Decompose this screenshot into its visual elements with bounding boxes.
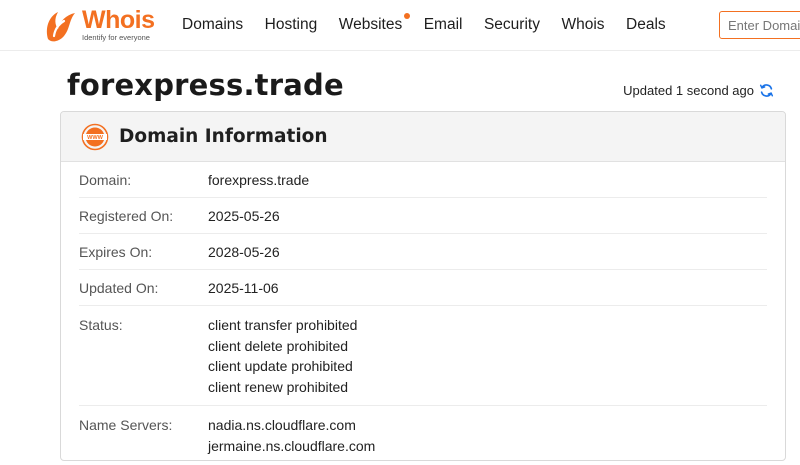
page-title: forexpress.trade	[67, 68, 344, 102]
www-icon: WWW	[81, 123, 109, 150]
nav-email[interactable]: Email	[424, 16, 463, 34]
detail-row-updated-on: Updated On: 2025-11-06	[79, 270, 767, 306]
detail-row-registered-on: Registered On: 2025-05-26	[79, 198, 767, 234]
whois-logo[interactable]: Whois Identify for everyone	[42, 6, 162, 44]
nav-websites-label: Websites	[338, 16, 403, 33]
nav-security[interactable]: Security	[484, 16, 540, 34]
detail-row-domain: Domain: forexpress.trade	[79, 162, 767, 198]
nav-hosting[interactable]: Hosting	[265, 16, 318, 34]
main-nav: Domains Hosting Websites Email Security …	[182, 0, 687, 50]
detail-label: Updated On:	[79, 279, 159, 296]
svg-text:WWW: WWW	[87, 135, 104, 141]
name-server-value: nadia.ns.cloudflare.com	[208, 417, 356, 433]
name-server-value: jermaine.ns.cloudflare.com	[208, 437, 376, 454]
card-title: Domain Information	[119, 126, 328, 147]
refresh-icon[interactable]	[759, 83, 774, 98]
nav-domains[interactable]: Domains	[182, 16, 243, 34]
card-header: WWW Domain Information	[61, 112, 785, 162]
detail-value: forexpress.trade	[208, 171, 310, 188]
nav-websites[interactable]: Websites	[338, 13, 411, 34]
nav-deals[interactable]: Deals	[626, 16, 666, 34]
detail-label: Status:	[79, 317, 123, 333]
logo-tagline: Identify for everyone	[82, 33, 150, 42]
status-value: client update prohibited	[208, 358, 353, 374]
status-list: client transfer prohibited client delete…	[208, 315, 357, 397]
detail-label: Domain:	[79, 171, 132, 188]
status-value: client renew prohibited	[208, 378, 349, 395]
top-navbar: Whois Identify for everyone Domains Host…	[0, 0, 800, 51]
updated-status: Updated 1 second ago	[623, 83, 774, 98]
domain-details-list: Domain: forexpress.trade Registered On: …	[61, 162, 785, 460]
detail-value: 2025-11-06	[208, 279, 279, 296]
detail-row-name-servers: Name Servers: nadia.ns.cloudflare.com je…	[79, 406, 767, 460]
detail-label: Name Servers:	[79, 417, 173, 433]
detail-value: 2025-05-26	[208, 207, 280, 224]
name-server-list: nadia.ns.cloudflare.com jermaine.ns.clou…	[208, 415, 375, 456]
updated-text: Updated 1 second ago	[623, 83, 754, 98]
whois-logo-icon	[46, 12, 75, 42]
domain-information-card: WWW Domain Information Domain: forexpres…	[60, 111, 786, 461]
new-indicator-dot	[404, 13, 411, 19]
detail-value: 2028-05-26	[208, 243, 280, 260]
status-value: client transfer prohibited	[208, 317, 358, 333]
domain-search-input[interactable]	[719, 11, 800, 39]
detail-label: Registered On:	[79, 207, 174, 224]
logo-wordmark: Whois	[82, 6, 155, 34]
status-value: client delete prohibited	[208, 337, 349, 354]
detail-row-expires-on: Expires On: 2028-05-26	[79, 234, 767, 270]
detail-label: Expires On:	[79, 243, 153, 260]
detail-row-status: Status: client transfer prohibited clien…	[79, 306, 767, 406]
nav-whois[interactable]: Whois	[561, 16, 604, 34]
